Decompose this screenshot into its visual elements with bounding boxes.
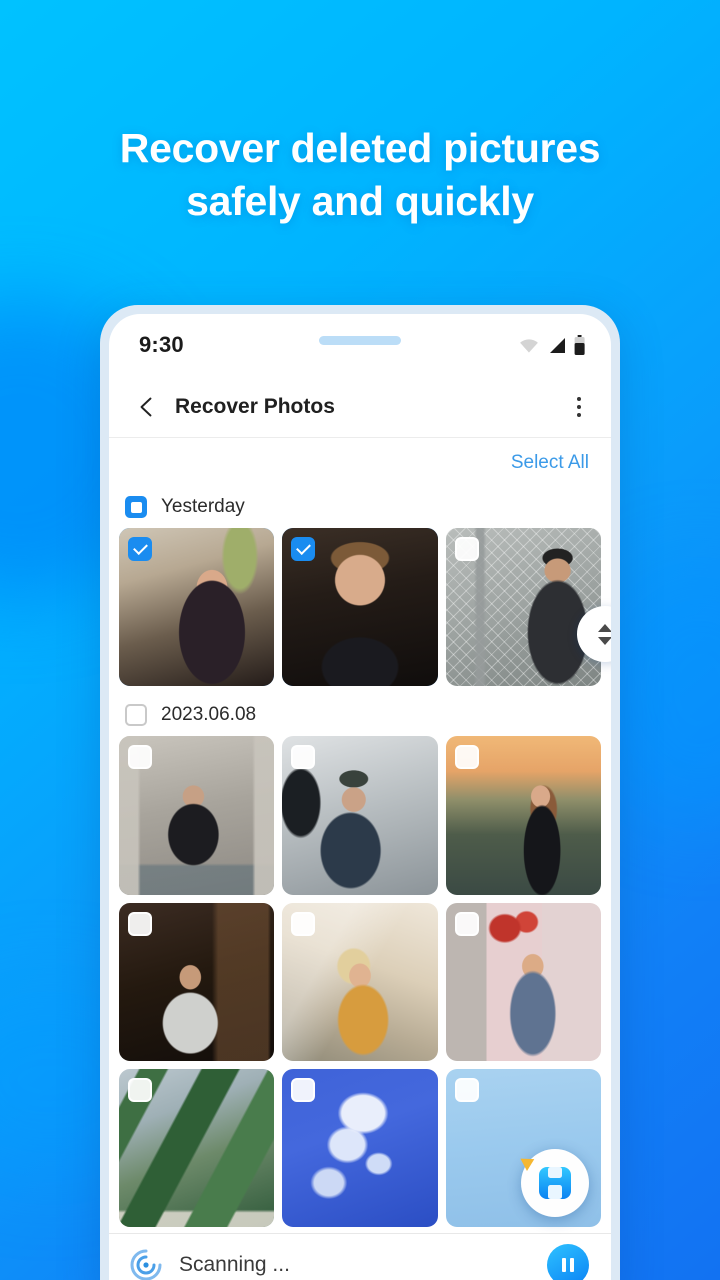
promo-headline: Recover deleted pictures safely and quic…: [0, 122, 720, 228]
status-bar: 9:30: [109, 314, 611, 376]
photo-tile[interactable]: [445, 528, 601, 687]
scan-status-bar: Scanning ...: [109, 1233, 611, 1280]
group-header-yesterday[interactable]: Yesterday: [109, 488, 611, 528]
radar-scan-icon: [130, 1249, 162, 1280]
headline-line-2: safely and quickly: [186, 178, 534, 224]
chevron-left-icon[interactable]: [135, 395, 159, 419]
photo-tile[interactable]: [282, 736, 438, 895]
group-header-date[interactable]: 2023.06.08: [109, 686, 611, 736]
floppy-save-icon: [539, 1167, 571, 1199]
group-checkbox-yesterday[interactable]: [125, 496, 147, 518]
status-icons: [518, 335, 585, 355]
group-checkbox-date[interactable]: [125, 704, 147, 727]
pause-bar-right: [570, 1257, 574, 1272]
wifi-icon: [520, 339, 538, 353]
phone-screen: 9:30 Recover Photos Select All Yesterday…: [109, 314, 611, 1280]
save-badge[interactable]: [520, 1149, 589, 1217]
photo-checkbox[interactable]: [128, 537, 152, 561]
cellular-signal-icon: [550, 337, 565, 353]
page-title: Recover Photos: [175, 394, 335, 418]
photo-checkbox[interactable]: [454, 537, 479, 561]
photo-checkbox[interactable]: [128, 911, 152, 936]
select-all-button[interactable]: Select All: [511, 452, 589, 474]
app-bar: Recover Photos: [109, 376, 611, 438]
photo-checkbox[interactable]: [291, 537, 316, 561]
headline-line-1: Recover deleted pictures: [119, 125, 601, 171]
photo-checkbox[interactable]: [291, 745, 316, 770]
photo-tile[interactable]: [119, 1069, 275, 1228]
pause-bar-left: [562, 1257, 566, 1272]
pause-button[interactable]: [547, 1243, 589, 1280]
group-label: Yesterday: [161, 496, 245, 517]
photo-checkbox[interactable]: [454, 1078, 479, 1103]
photo-checkbox[interactable]: [291, 1078, 316, 1103]
photo-tile[interactable]: [445, 736, 601, 895]
photo-checkbox[interactable]: [454, 911, 479, 936]
scan-status-text: Scanning ...: [179, 1252, 290, 1276]
photo-grid-yesterday: [109, 528, 611, 687]
battery-icon: [574, 335, 585, 355]
photo-tile[interactable]: [119, 902, 275, 1062]
speaker-pill: [319, 336, 401, 345]
photo-tile[interactable]: [119, 528, 275, 687]
photo-tile[interactable]: [282, 902, 438, 1062]
photo-tile[interactable]: [119, 736, 275, 895]
photo-tile[interactable]: [282, 1069, 438, 1228]
photo-checkbox[interactable]: [454, 745, 479, 770]
photo-tile[interactable]: [445, 902, 601, 1062]
triangle-down-icon: [598, 636, 611, 645]
phone-mockup: 9:30 Recover Photos Select All Yesterday…: [100, 305, 620, 1280]
status-time: 9:30: [139, 332, 184, 357]
photo-checkbox[interactable]: [128, 745, 152, 770]
more-vertical-icon[interactable]: [571, 391, 587, 423]
triangle-up-icon: [598, 623, 611, 632]
photo-checkbox[interactable]: [128, 1078, 152, 1103]
photo-checkbox[interactable]: [291, 911, 316, 936]
photo-tile[interactable]: [282, 528, 438, 687]
select-all-row: Select All: [109, 438, 611, 488]
group-label: 2023.06.08: [161, 704, 257, 726]
